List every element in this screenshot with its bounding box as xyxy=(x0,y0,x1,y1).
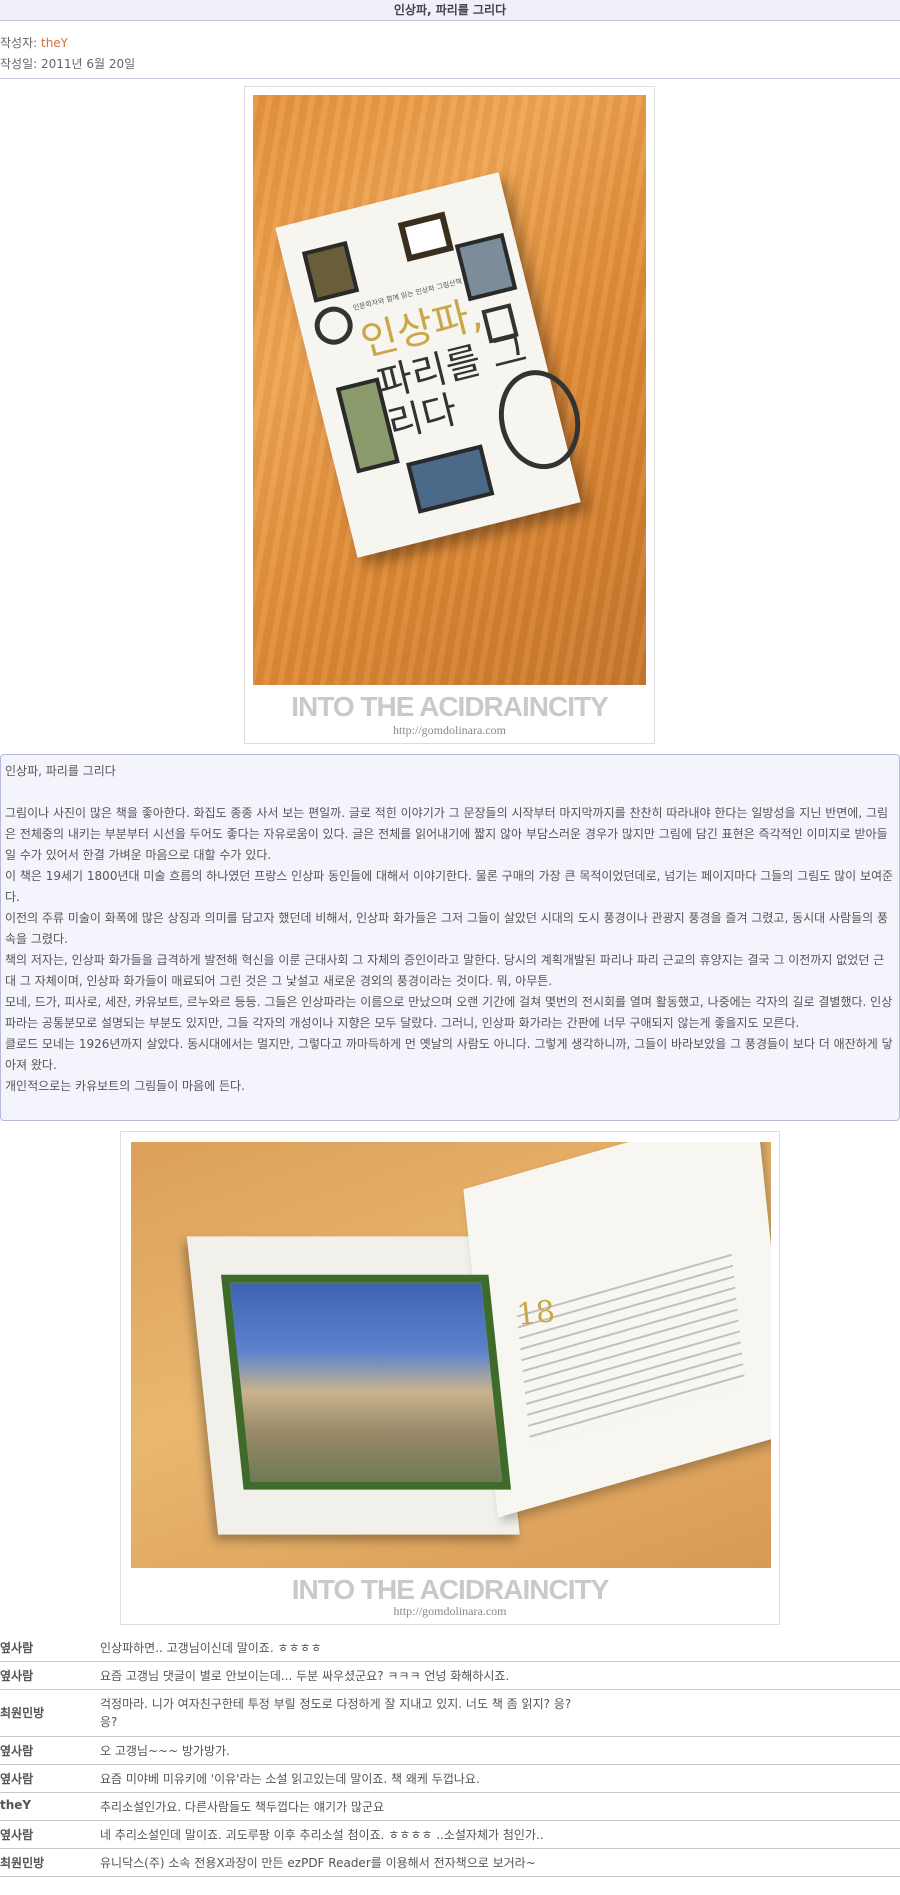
painting xyxy=(220,1274,512,1490)
body-paragraph: 이 책은 19세기 1800년대 미술 흐름의 하나였던 프랑스 인상파 동인들… xyxy=(5,869,894,904)
watermark-text: INTO THE ACIDRAINCITY xyxy=(291,691,609,722)
comment-text: 네 추리소설인데 말이죠. 괴도루팡 이후 추리소설 첨이죠. ㅎㅎㅎㅎ ..소… xyxy=(100,1828,544,1842)
watermark-text: INTO THE ACIDRAINCITY xyxy=(291,1574,610,1605)
comment-text: 요즘 미야베 미유키에 '이유'라는 소설 읽고있는데 말이죠. 책 왜케 두껍… xyxy=(100,1772,480,1786)
body-paragraph: 모네, 드가, 피사로, 세잔, 카유보트, 르누와르 등등. 그들은 인상파라… xyxy=(5,995,893,1030)
comment-row: theY 추리소설인가요. 다른사람들도 책두껍다는 얘기가 많군요 xyxy=(0,1793,900,1821)
comment-author: 옆사람 xyxy=(0,1772,34,1786)
watermark-url: http://gomdolinara.com xyxy=(393,723,506,737)
book-cover-image: 인문학자와 함께 읽는 인상파 그림산책 인상파, 파리를 그리다 xyxy=(253,95,646,685)
comment-text: 요즘 고갱님 댓글이 별로 안보이는데... 두분 싸우셨군요? ㅋㅋㅋ 언넝 … xyxy=(100,1669,510,1683)
comment-author: theY xyxy=(0,1798,32,1812)
comment-author: 옆사람 xyxy=(0,1669,34,1683)
author-name[interactable]: theY xyxy=(41,36,68,50)
comment-text: 유니닥스(주) 소속 전용X과장이 만든 ezPDF Reader를 이용해서 … xyxy=(100,1856,536,1870)
open-book: 18 xyxy=(152,1142,771,1568)
body-paragraph: 그림이나 사진이 많은 책을 좋아한다. 화집도 종종 사서 보는 편일까. 글… xyxy=(5,806,889,862)
comment-list: 옆사람 인상파하면.. 고갱님이신데 말이죠. ㅎㅎㅎㅎ 옆사람 요즘 고갱님 … xyxy=(0,1634,900,1877)
body-paragraph: 클로드 모네는 1926년까지 살았다. 동시대에서는 멀지만, 그렇다고 까마… xyxy=(5,1037,893,1072)
comment-author: 최원민방 xyxy=(0,1706,45,1720)
photo-open-book: 18 INTO THE ACIDRAINCITY http://gomdolin… xyxy=(120,1131,780,1625)
comment-text: 인상파하면.. 고갱님이신데 말이죠. ㅎㅎㅎㅎ xyxy=(100,1641,322,1655)
page-number: 18 xyxy=(515,1294,557,1333)
open-book-image: 18 xyxy=(131,1142,771,1568)
body-heading: 인상파, 파리를 그리다 xyxy=(5,764,116,778)
author-line: 작성자: theY xyxy=(0,34,68,51)
comment-row: 옆사람 오 고갱님~~~ 방가방가. xyxy=(0,1737,900,1765)
body-paragraph: 책의 저자는, 인상파 화가들을 급격하게 발전해 혁신을 이룬 근대사회 그 … xyxy=(5,953,885,988)
photo-book-cover: 인문학자와 함께 읽는 인상파 그림산책 인상파, 파리를 그리다 INTO T… xyxy=(244,86,655,744)
comment-row: 옆사람 네 추리소설인데 말이죠. 괴도루팡 이후 추리소설 첨이죠. ㅎㅎㅎㅎ… xyxy=(0,1821,900,1849)
comment-row: 옆사람 요즘 미야베 미유키에 '이유'라는 소설 읽고있는데 말이죠. 책 왜… xyxy=(0,1765,900,1793)
watermark-url: http://gomdolinara.com xyxy=(393,1604,507,1618)
comment-row: 옆사람 인상파하면.. 고갱님이신데 말이죠. ㅎㅎㅎㅎ xyxy=(0,1634,900,1662)
post-date: 작성일: 2011년 6월 20일 xyxy=(0,57,136,71)
comment-row: 최원민방 걱정마라. 니가 여자친구한테 투정 부릴 정도로 다정하게 잘 지내… xyxy=(0,1690,900,1737)
comment-row: 옆사람 요즘 고갱님 댓글이 별로 안보이는데... 두분 싸우셨군요? ㅋㅋㅋ… xyxy=(0,1662,900,1690)
comment-row: 최원민방 유니닥스(주) 소속 전용X과장이 만든 ezPDF Reader를 … xyxy=(0,1849,900,1877)
comment-author: 최원민방 xyxy=(0,1856,45,1870)
header-divider xyxy=(0,78,900,79)
comment-text: 추리소설인가요. 다른사람들도 책두껍다는 얘기가 많군요 xyxy=(100,1800,385,1814)
comment-text: 걱정마라. 니가 여자친구한테 투정 부릴 정도로 다정하게 잘 지내고 있지.… xyxy=(100,1697,572,1729)
comment-text: 오 고갱님~~~ 방가방가. xyxy=(100,1744,230,1758)
body-paragraph: 개인적으로는 카유보트의 그림들이 마음에 든다. xyxy=(5,1079,245,1093)
author-label: 작성자: xyxy=(0,36,41,50)
comment-author: 옆사람 xyxy=(0,1744,34,1758)
comment-author: 옆사람 xyxy=(0,1828,34,1842)
post-body: 인상파, 파리를 그리다 그림이나 사진이 많은 책을 좋아한다. 화집도 종종… xyxy=(0,754,900,1121)
body-paragraph: 이전의 주류 미술이 화폭에 많은 상징과 의미를 담고자 했던데 비해서, 인… xyxy=(5,911,889,946)
comment-author: 옆사람 xyxy=(0,1641,34,1655)
post-title: 인상파, 파리를 그리다 xyxy=(0,0,900,21)
